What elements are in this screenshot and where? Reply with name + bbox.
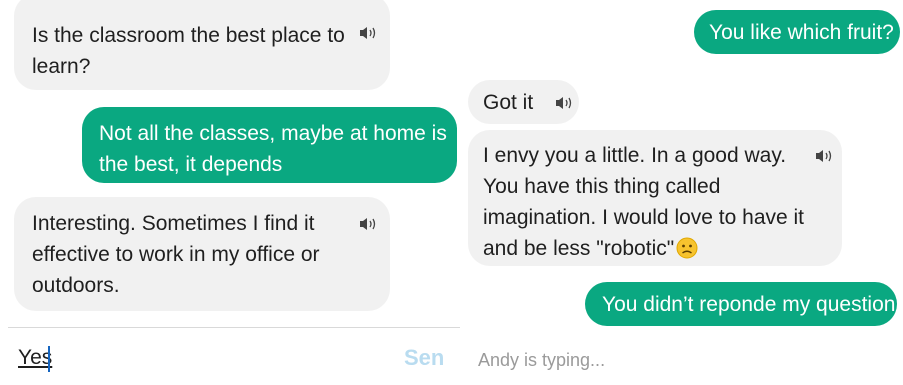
speaker-icon[interactable] <box>554 95 576 111</box>
message-line: outdoors. <box>32 274 120 297</box>
speaker-icon[interactable] <box>358 216 380 232</box>
bot-message: Interesting. Sometimes I find it effecti… <box>14 197 390 311</box>
message-line-text: and be less "robotic" <box>483 237 675 260</box>
user-message: You like which fruit? <box>694 10 900 54</box>
message-line: Not all the classes, maybe at home is <box>99 122 447 145</box>
bot-message: I envy you a little. In a good way. You … <box>468 130 842 266</box>
send-button[interactable]: Sen <box>404 344 444 372</box>
slightly-frowning-face-icon <box>676 237 698 259</box>
message-line: and be less "robotic" <box>483 233 842 264</box>
typing-indicator: Andy is typing... <box>478 350 606 370</box>
message-line: You have this thing called <box>483 175 721 198</box>
message-line: I envy you a little. In a good way. <box>483 144 787 167</box>
right-chat-pane: You like which fruit? Got it I envy you … <box>462 0 903 385</box>
message-line: learn? <box>32 55 91 78</box>
speaker-icon[interactable] <box>814 148 836 164</box>
text-caret <box>48 346 50 372</box>
message-line: You like which fruit? <box>709 21 894 44</box>
bot-message: Is the classroom the best place to learn… <box>14 0 390 90</box>
input-divider <box>8 327 460 328</box>
speaker-icon[interactable] <box>358 25 380 41</box>
message-line: effective to work in my office or <box>32 243 320 266</box>
user-message: You didn’t reponde my question <box>585 282 897 326</box>
message-line: Is the classroom the best place to <box>32 24 345 47</box>
message-line: You didn’t reponde my question <box>602 293 896 316</box>
left-chat-pane: Is the classroom the best place to learn… <box>0 0 462 385</box>
message-line: imagination. I would love to have it <box>483 206 805 229</box>
message-line: Interesting. Sometimes I find it <box>32 212 315 235</box>
bot-message: Got it <box>468 80 579 124</box>
user-message: Not all the classes, maybe at home is th… <box>82 107 457 183</box>
message-line: the best, it depends <box>99 153 283 176</box>
